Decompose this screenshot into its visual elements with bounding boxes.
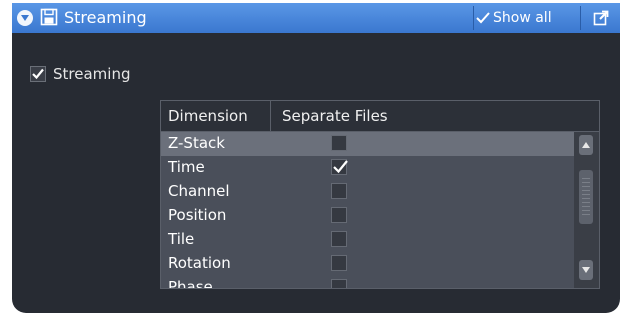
undock-button[interactable] bbox=[581, 3, 620, 33]
grip-line bbox=[582, 210, 590, 211]
separate-files-checkbox[interactable] bbox=[331, 135, 347, 151]
dimension-table: Dimension Separate Files Z-Stack Time Ch… bbox=[160, 100, 600, 289]
grip-line bbox=[582, 186, 590, 187]
grip-line bbox=[582, 194, 590, 195]
dimension-cell: Channel bbox=[168, 182, 230, 200]
checkmark-icon bbox=[476, 12, 490, 24]
grip-line bbox=[582, 178, 590, 179]
separate-files-checkbox[interactable] bbox=[331, 231, 347, 247]
dimension-cell: Position bbox=[168, 206, 227, 224]
table-row[interactable]: Phase bbox=[161, 276, 574, 288]
table-row[interactable]: Z-Stack bbox=[161, 132, 574, 156]
table-row[interactable]: Tile bbox=[161, 228, 574, 252]
dimension-cell: Rotation bbox=[168, 254, 231, 272]
streaming-panel: Streaming Show all Streaming Dimension S… bbox=[12, 3, 620, 313]
table-row[interactable]: Time bbox=[161, 156, 574, 180]
grip-line bbox=[582, 190, 590, 191]
show-all-button[interactable]: Show all bbox=[474, 3, 578, 33]
grip-line bbox=[582, 198, 590, 199]
separate-files-checkbox[interactable] bbox=[331, 255, 347, 271]
dimension-cell: Z-Stack bbox=[168, 134, 225, 152]
streaming-label: Streaming bbox=[53, 65, 131, 83]
dimension-cell: Phase bbox=[168, 278, 213, 288]
vertical-scrollbar[interactable] bbox=[574, 132, 599, 288]
show-all-label: Show all bbox=[493, 10, 552, 26]
table-body: Z-Stack Time Channel Position Tile Rotat… bbox=[161, 132, 574, 288]
scroll-thumb[interactable] bbox=[579, 170, 593, 224]
grip-line bbox=[582, 202, 590, 203]
table-header: Dimension Separate Files bbox=[161, 101, 599, 132]
arrow-up-icon bbox=[582, 142, 590, 148]
arrow-down-icon bbox=[582, 267, 590, 273]
column-divider[interactable] bbox=[270, 101, 271, 131]
separate-files-checkbox[interactable] bbox=[331, 207, 347, 223]
panel-header[interactable]: Streaming Show all bbox=[12, 3, 620, 33]
grip-line bbox=[582, 214, 590, 215]
checkmark-icon bbox=[333, 160, 348, 174]
scroll-down-button[interactable] bbox=[579, 260, 593, 280]
grip-line bbox=[582, 182, 590, 183]
separate-files-checkbox[interactable] bbox=[331, 183, 347, 199]
table-row[interactable]: Rotation bbox=[161, 252, 574, 276]
collapse-arrow-icon[interactable] bbox=[17, 10, 33, 26]
separate-files-checkbox[interactable] bbox=[331, 159, 348, 175]
dimension-cell: Time bbox=[168, 158, 205, 176]
save-icon bbox=[40, 8, 58, 26]
undock-icon bbox=[593, 10, 609, 26]
table-row[interactable]: Channel bbox=[161, 180, 574, 204]
column-header-dimension[interactable]: Dimension bbox=[168, 107, 248, 125]
checkbox-checked-icon[interactable] bbox=[30, 66, 46, 82]
panel-title: Streaming bbox=[64, 8, 147, 27]
grip-line bbox=[582, 206, 590, 207]
scroll-up-button[interactable] bbox=[579, 135, 593, 155]
dimension-cell: Tile bbox=[168, 230, 195, 248]
table-row[interactable]: Position bbox=[161, 204, 574, 228]
separate-files-checkbox[interactable] bbox=[331, 279, 347, 288]
column-header-separate-files[interactable]: Separate Files bbox=[282, 107, 388, 125]
